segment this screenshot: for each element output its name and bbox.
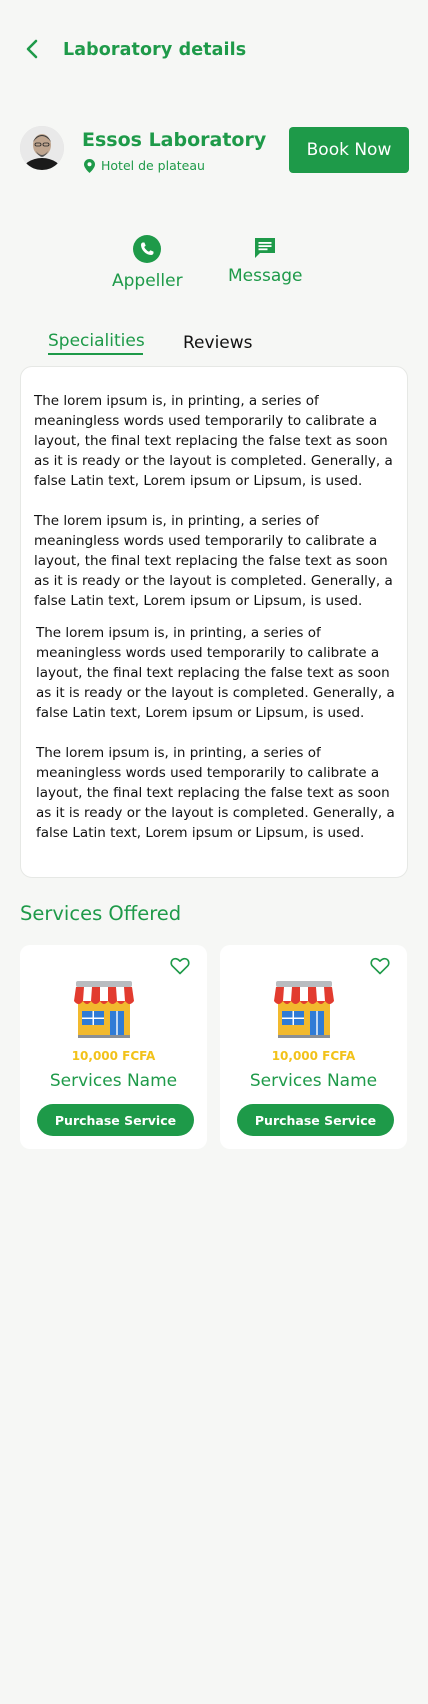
- location-text: Hotel de plateau: [101, 158, 205, 173]
- heart-icon[interactable]: [170, 957, 190, 975]
- service-price: 10,000 FCFA: [71, 1049, 156, 1063]
- service-name: Services Name: [49, 1071, 178, 1091]
- location-pin-icon: [84, 158, 95, 173]
- message-action[interactable]: Message: [228, 236, 303, 286]
- speciality-paragraph: The lorem ipsum is, in printing, a serie…: [36, 625, 395, 721]
- store-icon: [274, 981, 334, 1038]
- heart-icon[interactable]: [370, 957, 390, 975]
- location: Hotel de plateau: [84, 158, 205, 173]
- active-tab-indicator: [48, 353, 143, 355]
- speciality-paragraph: The lorem ipsum is, in printing, a serie…: [36, 745, 395, 841]
- header-bar: Laboratory details: [0, 0, 428, 100]
- tab-specialities[interactable]: Specialities: [48, 331, 145, 351]
- service-name: Services Name: [249, 1071, 378, 1091]
- avatar: [20, 126, 64, 170]
- store-icon: [74, 981, 134, 1038]
- service-card[interactable]: 10,000 FCFA Services Name Purchase Servi…: [220, 945, 407, 1149]
- purchase-service-button[interactable]: Purchase Service: [237, 1104, 394, 1136]
- book-now-button[interactable]: Book Now: [289, 127, 409, 173]
- call-action[interactable]: Appeller: [112, 235, 183, 291]
- back-arrow-icon[interactable]: [22, 38, 44, 60]
- specialities-card: The lorem ipsum is, in printing, a serie…: [20, 366, 408, 878]
- purchase-service-button[interactable]: Purchase Service: [37, 1104, 194, 1136]
- tab-reviews[interactable]: Reviews: [183, 333, 253, 353]
- message-label: Message: [228, 266, 303, 286]
- phone-icon: [133, 235, 162, 263]
- service-price: 10,000 FCFA: [271, 1049, 356, 1063]
- page-title: Laboratory details: [63, 40, 247, 60]
- speciality-paragraph: The lorem ipsum is, in printing, a serie…: [34, 513, 393, 609]
- services-title: Services Offered: [20, 902, 182, 925]
- laboratory-name: Essos Laboratory: [82, 129, 267, 151]
- message-icon: [255, 238, 276, 258]
- speciality-paragraph: The lorem ipsum is, in printing, a serie…: [34, 393, 393, 489]
- call-label: Appeller: [112, 271, 183, 291]
- service-card[interactable]: 10,000 FCFA Services Name Purchase Servi…: [20, 945, 207, 1149]
